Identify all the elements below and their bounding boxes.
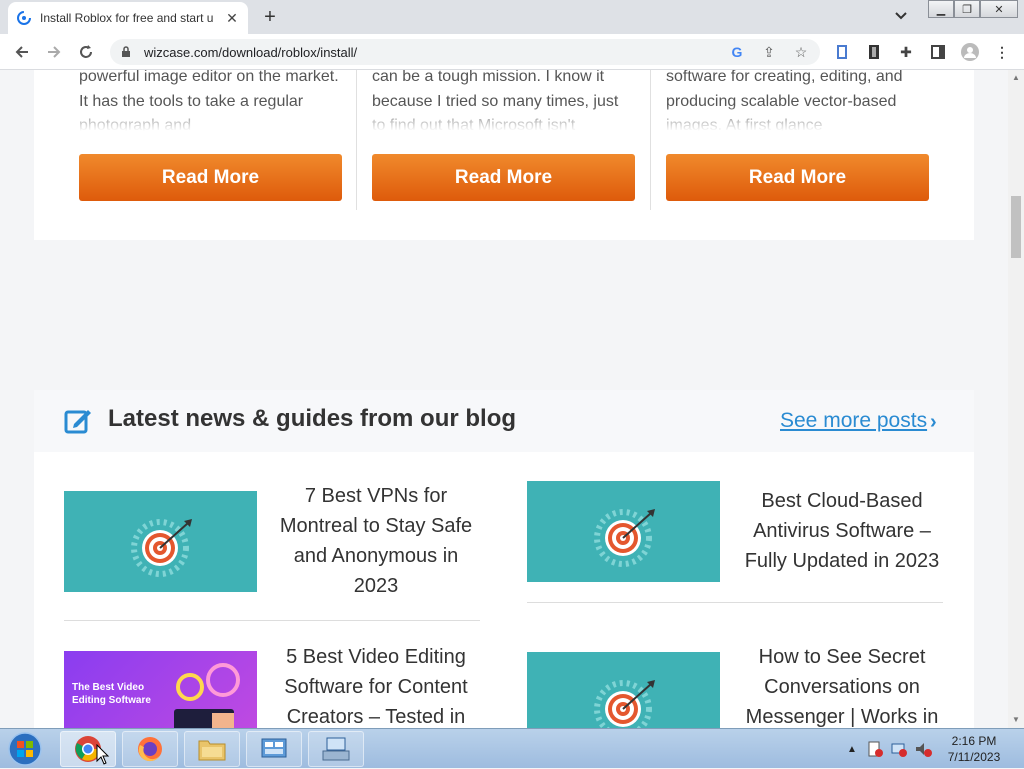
network-icon[interactable] <box>890 740 908 758</box>
new-tab-button[interactable]: + <box>258 6 282 28</box>
control-panel-icon <box>261 738 287 758</box>
page-scrollbar[interactable]: ▲ ▼ <box>1008 70 1024 728</box>
scrollbar-thumb[interactable] <box>1011 196 1021 258</box>
back-button[interactable] <box>10 40 34 64</box>
tab-title: Install Roblox for free and start u <box>40 11 214 25</box>
post-title[interactable]: 5 Best Video Editing Software for Conten… <box>269 642 483 728</box>
clock-date: 7/11/2023 <box>947 750 1001 764</box>
scroll-down-icon[interactable]: ▼ <box>1008 712 1024 726</box>
target-icon[interactable] <box>64 491 257 592</box>
see-more-posts-link[interactable]: See more posts <box>780 409 927 433</box>
folder-icon <box>198 740 226 761</box>
edit-note-icon <box>64 410 91 434</box>
firefox-icon <box>138 737 162 762</box>
windows-logo-icon <box>8 732 42 766</box>
lock-icon <box>122 46 130 57</box>
scroll-up-icon[interactable]: ▲ <box>1008 70 1024 84</box>
minimize-button[interactable]: ▁ <box>928 0 954 18</box>
browser-toolbar: wizcase.com/download/roblox/install/ G ⇪… <box>0 34 1024 70</box>
restore-button[interactable]: ❐ <box>954 0 980 18</box>
show-hidden-icons[interactable]: ▲ <box>844 744 860 755</box>
taskbar-firefox[interactable] <box>122 731 178 767</box>
url-text: wizcase.com/download/roblox/install/ <box>144 44 358 60</box>
video-editing-banner[interactable]: The Best Video Editing Software <box>64 651 257 728</box>
taskbar-explorer[interactable] <box>184 731 240 767</box>
post-title[interactable]: 7 Best VPNs for Montreal to Stay Safe an… <box>269 481 483 601</box>
keyboard-icon <box>322 737 350 761</box>
target-icon[interactable] <box>527 481 720 582</box>
mouse-cursor-icon <box>96 744 110 765</box>
blog-section: Latest news & guides from our blog See m… <box>34 390 974 728</box>
browser-tab[interactable]: Install Roblox for free and start u ✕ <box>8 2 248 34</box>
address-bar[interactable]: wizcase.com/download/roblox/install/ G ⇪… <box>110 39 820 65</box>
reload-button[interactable] <box>74 40 98 64</box>
card-divider <box>356 70 357 210</box>
clock-time: 2:16 PM <box>951 734 997 748</box>
chevron-right-icon[interactable]: › <box>930 411 937 434</box>
extensions-puzzle-icon[interactable]: ✚ <box>896 42 916 62</box>
read-more-button[interactable]: Read More <box>372 154 635 201</box>
tab-search-icon[interactable] <box>894 8 914 26</box>
post-divider <box>527 602 943 603</box>
post-title[interactable]: How to See Secret Conversations on Messe… <box>732 642 952 728</box>
extension-dark-icon[interactable] <box>864 42 884 62</box>
extension-blue-icon[interactable] <box>832 42 852 62</box>
reload-icon <box>80 45 92 58</box>
target-icon[interactable] <box>527 652 720 728</box>
system-clock[interactable]: 2:16 PM 7/11/2023 <box>938 733 1010 765</box>
forward-arrow-icon <box>48 46 61 58</box>
taskbar: ▲ 2:16 PM 7/11/2023 <box>0 728 1024 768</box>
system-tray: ▲ <box>844 729 932 769</box>
read-more-button[interactable]: Read More <box>79 154 342 201</box>
card-excerpt: can be a tough mission. I know it becaus… <box>372 70 619 131</box>
article-card: can be a tough mission. I know it becaus… <box>372 70 635 201</box>
google-translate-icon[interactable]: G <box>726 39 748 65</box>
back-arrow-icon <box>15 46 28 58</box>
post-title[interactable]: Best Cloud-Based Antivirus Software – Fu… <box>732 486 952 576</box>
read-more-button[interactable]: Read More <box>666 154 929 201</box>
taskbar-control-panel[interactable] <box>246 731 302 767</box>
close-window-button[interactable]: ✕ <box>980 0 1018 18</box>
article-cards: powerful image editor on the market. It … <box>34 70 974 240</box>
side-panel-icon[interactable] <box>928 42 948 62</box>
page-content: powerful image editor on the market. It … <box>0 70 1008 728</box>
blog-heading: Latest news & guides from our blog <box>108 405 517 432</box>
taskbar-keyboard-app[interactable] <box>308 731 364 767</box>
article-card: powerful image editor on the market. It … <box>79 70 342 201</box>
bookmark-star-icon[interactable]: ☆ <box>790 39 812 65</box>
start-button[interactable] <box>4 731 46 767</box>
profile-avatar-icon[interactable] <box>960 42 980 62</box>
card-excerpt: powerful image editor on the market. It … <box>79 70 339 131</box>
card-excerpt: software for creating, editing, and prod… <box>666 70 903 131</box>
blog-header: Latest news & guides from our blog See m… <box>34 390 974 452</box>
close-tab-icon[interactable]: ✕ <box>224 10 240 26</box>
share-icon[interactable]: ⇪ <box>758 39 780 65</box>
volume-muted-icon[interactable] <box>914 740 932 758</box>
forward-button[interactable] <box>42 40 66 64</box>
loading-favicon-icon <box>17 11 31 25</box>
tab-strip: Install Roblox for free and start u ✕ + … <box>0 0 1024 34</box>
banner-text: The Best Video Editing Software <box>72 682 151 706</box>
menu-kebab-icon[interactable]: ⋮ <box>992 42 1012 62</box>
article-card: software for creating, editing, and prod… <box>666 70 929 201</box>
card-divider <box>650 70 651 210</box>
action-center-icon[interactable] <box>866 740 884 758</box>
post-divider <box>64 620 480 621</box>
